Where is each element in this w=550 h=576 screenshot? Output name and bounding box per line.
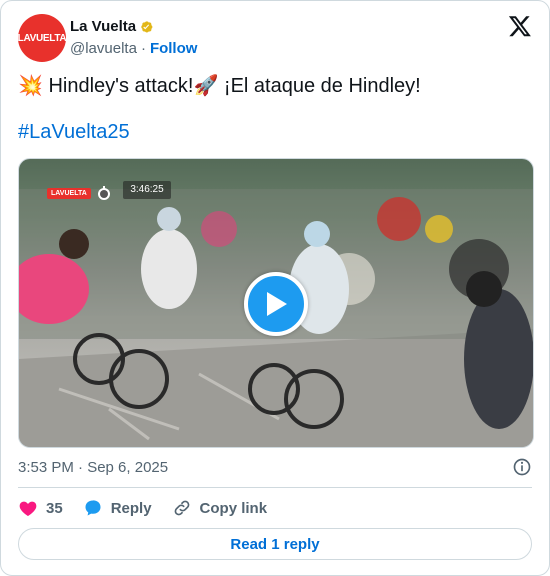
like-button[interactable]: 35: [18, 498, 63, 518]
name-row: La Vuelta: [70, 18, 155, 35]
tweet-card: LAVUELTA La Vuelta @lavuelta · Follow 💥 …: [0, 0, 550, 576]
reply-button[interactable]: Reply: [83, 498, 152, 518]
overlay-brand-chip: LAVUELTA: [47, 187, 91, 199]
handle-row: @lavuelta · Follow: [70, 40, 197, 57]
divider: [18, 487, 532, 488]
follow-button[interactable]: Follow: [150, 40, 198, 57]
play-button[interactable]: [244, 272, 308, 336]
hashtag-link[interactable]: #LaVuelta25: [18, 121, 130, 144]
video-overlay-timer: 3:46:25: [123, 181, 171, 199]
link-icon: [174, 500, 189, 516]
avatar[interactable]: LAVUELTA: [17, 14, 67, 62]
action-bar: 35 Reply Copy link: [18, 498, 287, 518]
handle-separator: ·: [140, 40, 146, 57]
tweet-timestamp[interactable]: 3:53 PM · Sep 6, 2025: [18, 459, 168, 476]
info-icon[interactable]: [512, 457, 532, 477]
tweet-text: 💥 Hindley's attack!🚀 ¡El ataque de Hindl…: [18, 75, 421, 97]
video-thumbnail[interactable]: LAVUELTA 3:46:25: [18, 158, 534, 448]
handle[interactable]: @lavuelta: [70, 40, 137, 57]
stopwatch-icon: [97, 186, 110, 200]
like-count: 35: [46, 499, 63, 517]
tweet-header: LAVUELTA La Vuelta @lavuelta · Follow: [18, 14, 532, 62]
copy-link-button[interactable]: Copy link: [172, 498, 268, 518]
reply-bubble-icon: [85, 500, 101, 516]
x-logo-icon[interactable]: [508, 14, 532, 38]
play-icon: [267, 292, 287, 316]
read-reply-button[interactable]: Read 1 reply: [18, 528, 532, 560]
heart-icon: [19, 501, 37, 516]
avatar-text: LAVUELTA: [17, 32, 67, 44]
verified-badge-icon: [141, 20, 153, 33]
reply-label: Reply: [110, 499, 152, 517]
display-name[interactable]: La Vuelta: [70, 18, 136, 35]
video-overlay-brand: LAVUELTA: [47, 185, 112, 201]
copy-link-label: Copy link: [199, 499, 268, 517]
